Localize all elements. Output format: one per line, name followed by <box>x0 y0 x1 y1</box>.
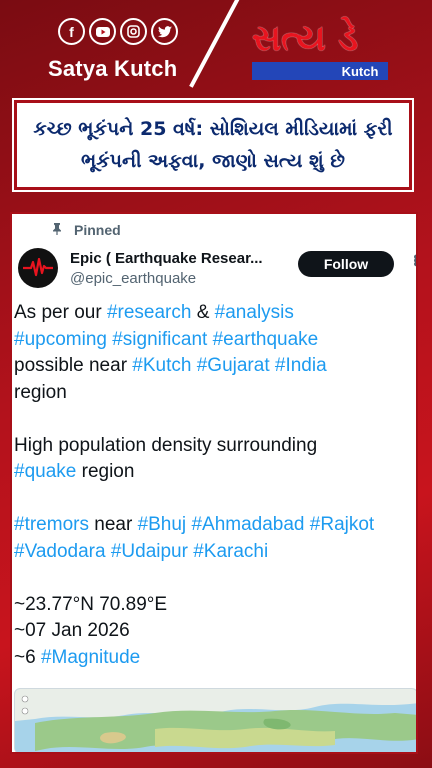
hashtag-link[interactable]: #Kutch <box>132 355 191 376</box>
youtube-icon[interactable] <box>89 18 116 45</box>
header-divider <box>189 0 242 88</box>
tweet-text-segment: near <box>88 514 138 535</box>
hashtag-link[interactable]: #Gujarat <box>197 355 270 376</box>
world-map-image <box>15 689 416 752</box>
brand-tag: Kutch <box>332 62 388 80</box>
hashtag-link[interactable]: #Bhuj <box>138 514 187 535</box>
tweet-text-segment: & <box>191 302 215 323</box>
header: f Satya Kutch સત્ય ડે Kutch <box>0 0 432 92</box>
tweet-text-segment: possible near <box>14 355 133 376</box>
brand-bar <box>252 62 332 80</box>
hashtag-link[interactable]: #research <box>107 302 192 323</box>
twitter-icon[interactable] <box>151 18 178 45</box>
hashtag-link[interactable]: #Karachi <box>193 541 268 562</box>
seismograph-icon <box>23 258 53 277</box>
tweet-line: #upcoming #significant #earthquake <box>14 327 416 354</box>
tweet-line: #Vadodara #Udaipur #Karachi <box>14 539 416 566</box>
tweet-line: region <box>14 380 416 407</box>
hashtag-link[interactable]: #Rajkot <box>310 514 374 535</box>
tweet-line: ~6 #Magnitude <box>14 645 416 672</box>
hashtag-link[interactable]: #Udaipur <box>111 541 188 562</box>
tweet-text-segment: region <box>76 461 135 482</box>
tweet-text-segment: ~6 <box>14 646 41 668</box>
hashtag-link[interactable]: #Vadodara <box>14 541 106 562</box>
display-name[interactable]: Epic ( Earthquake Resear... <box>70 250 263 267</box>
instagram-icon[interactable] <box>120 18 147 45</box>
brand-logo-tag: Kutch <box>252 62 388 80</box>
hashtag-link[interactable]: #analysis <box>215 302 294 323</box>
hashtag-link[interactable]: #tremors <box>14 514 89 535</box>
tweet-card: Pinned Epic ( Earthquake Resear... @epic… <box>10 212 418 754</box>
hashtag-link[interactable]: #India <box>275 355 327 376</box>
facebook-icon[interactable]: f <box>58 18 85 45</box>
social-icons: f <box>58 18 178 45</box>
avatar[interactable] <box>18 248 58 288</box>
tweet-text-segment: High population density surrounding <box>14 434 318 456</box>
brand-logo: સત્ય ડે <box>252 18 358 59</box>
hashtag-link[interactable]: #significant <box>112 329 207 350</box>
hashtag-link[interactable]: #Ahmadabad <box>191 514 304 535</box>
tweet-line: ~23.77°N 70.89°E <box>14 592 416 619</box>
pinned-indicator: Pinned <box>52 222 121 238</box>
brand-name: Satya Kutch <box>48 56 178 81</box>
headline-text: કચ્છ ભૂકંપને 25 વર્ષ: સોશિયલ મીડિયામાં ફ… <box>33 118 393 172</box>
hashtag-link[interactable]: #upcoming <box>14 329 107 350</box>
tweet-line: possible near #Kutch #Gujarat #India <box>14 353 416 380</box>
tweet-line: #quake region <box>14 459 416 486</box>
headline-box: કચ્છ ભૂકંપને 25 વર્ષ: સોશિયલ મીડિયામાં ફ… <box>12 98 414 192</box>
follow-button[interactable]: Follow <box>298 251 394 277</box>
tweet-line: ~07 Jan 2026 <box>14 618 416 645</box>
tweet-line: High population density surrounding <box>14 433 416 460</box>
tweet-line: #tremors near #Bhuj #Ahmadabad #Rajkot <box>14 512 416 539</box>
map-preview[interactable] <box>14 688 416 752</box>
user-handle[interactable]: @epic_earthquake <box>70 270 196 287</box>
hashtag-link[interactable]: #quake <box>14 461 76 482</box>
tweet-text-segment: ~07 Jan 2026 <box>14 620 130 641</box>
tweet-text: As per our #research & #analysis #upcomin… <box>14 300 416 672</box>
pinned-label: Pinned <box>74 222 121 238</box>
tweet-line: As per our #research & #analysis <box>14 300 416 327</box>
more-options-icon[interactable]: ••• <box>406 254 416 265</box>
hashtag-link[interactable]: #Magnitude <box>41 647 140 668</box>
tweet-text-segment: ~23.77°N 70.89°E <box>14 593 168 615</box>
tweet-text-segment: region <box>14 381 67 403</box>
hashtag-link[interactable]: #earthquake <box>213 329 319 350</box>
pin-icon <box>52 222 62 238</box>
tweet-text-segment: As per our <box>14 302 107 323</box>
